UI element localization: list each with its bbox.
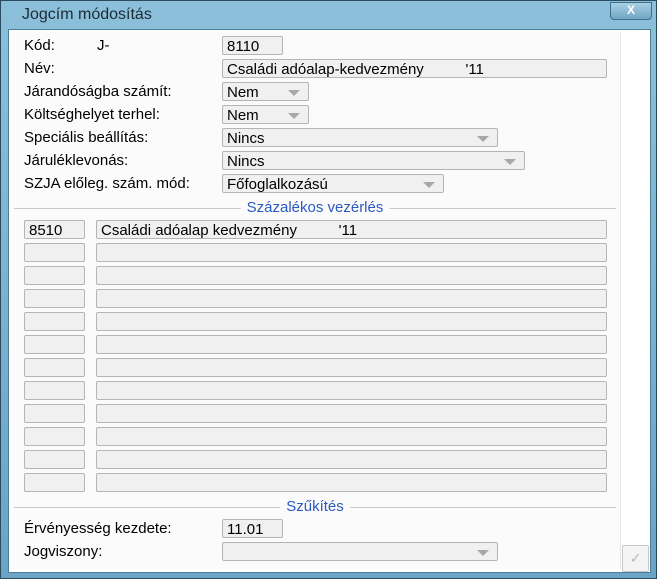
row-code-input[interactable] [24,473,85,492]
koltseghely-label: Költséghelyet terhel: [24,106,160,123]
row-code-input[interactable] [24,427,85,446]
percent-section-title: Százalékos vezérlés [240,199,390,216]
percent-section-divider: Százalékos vezérlés [14,199,616,216]
row-code-input[interactable]: 8510 [24,220,85,239]
jogviszony-select[interactable] [222,542,498,561]
row-name-input[interactable] [96,335,607,354]
row-name-input[interactable] [96,243,607,262]
jarulek-select[interactable]: Nincs [222,151,525,170]
row-name-input[interactable] [96,427,607,446]
kod-input[interactable]: 8110 [222,36,283,55]
close-button[interactable]: X [610,2,652,20]
row-code-input[interactable] [24,358,85,377]
szja-select[interactable]: Főfoglalkozású [222,174,444,193]
jarandosag-label: Járandóságba számít: [24,83,172,100]
row-name-input[interactable]: Családi adóalap kedvezmény '11 [96,220,607,239]
kod-prefix: J- [97,37,110,54]
jarandosag-select[interactable]: Nem [222,82,309,101]
ervenyesseg-label: Érvényesség kezdete: [24,520,172,537]
specialis-select[interactable]: Nincs [222,128,498,147]
ok-button[interactable]: ✓ [622,545,649,572]
jarulek-label: Járuléklevonás: [24,152,129,169]
row-name-input[interactable] [96,289,607,308]
nev-input[interactable]: Családi adóalap-kedvezmény '11 [222,59,607,78]
row-name-input[interactable] [96,381,607,400]
row-code-input[interactable] [24,381,85,400]
specialis-label: Speciális beállítás: [24,129,149,146]
jogviszony-label: Jogviszony: [24,543,103,560]
row-code-input[interactable] [24,312,85,331]
row-name-input[interactable] [96,312,607,331]
row-name-input[interactable] [96,404,607,423]
filter-section-title: Szűkítés [280,498,350,515]
ervenyesseg-input[interactable]: 11.01 [222,519,283,538]
row-name-input[interactable] [96,473,607,492]
row-name-input[interactable] [96,450,607,469]
row-code-input[interactable] [24,243,85,262]
nev-label: Név: [24,60,55,77]
row-code-input[interactable] [24,289,85,308]
row-code-input[interactable] [24,404,85,423]
row-code-input[interactable] [24,335,85,354]
window-title: Jogcím módosítás [22,6,152,23]
filter-section-divider: Szűkítés [14,498,616,515]
kod-label: Kód: [24,37,55,54]
row-name-input[interactable] [96,358,607,377]
row-code-input[interactable] [24,266,85,285]
koltseghely-select[interactable]: Nem [222,105,309,124]
row-name-input[interactable] [96,266,607,285]
row-code-input[interactable] [24,450,85,469]
szja-label: SZJA előleg. szám. mód: [24,175,190,192]
